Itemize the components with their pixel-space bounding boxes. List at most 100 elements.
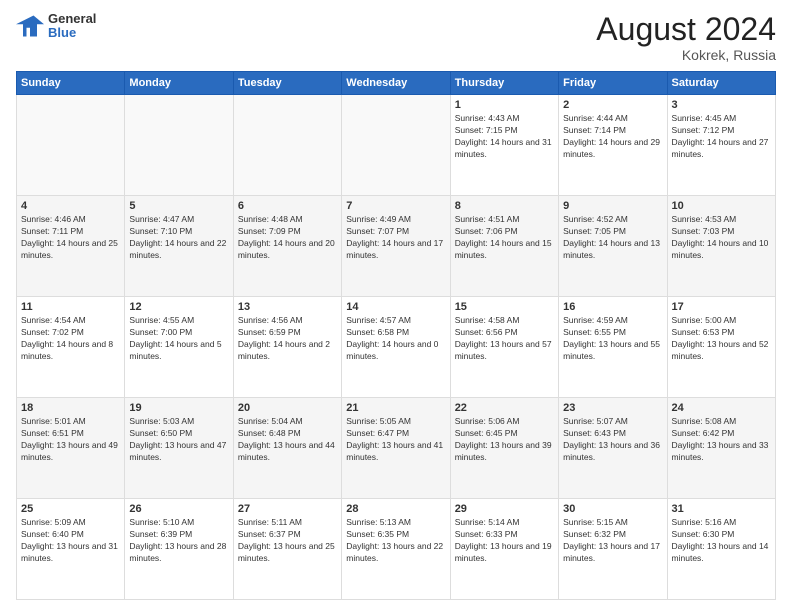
calendar-cell: 2 Sunrise: 4:44 AMSunset: 7:14 PMDaylight… — [559, 95, 667, 196]
logo-blue-text: Blue — [48, 26, 96, 40]
calendar-cell: 24Sunrise: 5:08 AMSunset: 6:42 PMDayligh… — [667, 398, 775, 499]
calendar-cell: 10 Sunrise: 4:53 AMSunset: 7:03 PMDayligh… — [667, 196, 775, 297]
day-number: 28 — [346, 503, 445, 515]
calendar-cell: 12 Sunrise: 4:55 AMSunset: 7:00 PMDayligh… — [125, 297, 233, 398]
calendar-cell: 22Sunrise: 5:06 AMSunset: 6:45 PMDayligh… — [450, 398, 558, 499]
day-number: 15 — [455, 301, 554, 313]
title-block: August 2024 Kokrek, Russia — [596, 12, 776, 63]
day-number: 7 — [346, 200, 445, 212]
page: General Blue August 2024 Kokrek, Russia … — [0, 0, 792, 612]
cell-info: Sunrise: 5:11 AMSunset: 6:37 PMDaylight:… — [238, 517, 337, 565]
calendar-cell: 19 Sunrise: 5:03 AMSunset: 6:50 PMDayligh… — [125, 398, 233, 499]
calendar-cell: 11Sunrise: 4:54 AMSunset: 7:02 PMDayligh… — [17, 297, 125, 398]
day-number: 6 — [238, 200, 337, 212]
cell-info: Sunrise: 4:56 AMSunset: 6:59 PMDaylight:… — [238, 315, 337, 363]
calendar-header-tuesday: Tuesday — [233, 72, 341, 95]
cell-info: Sunrise: 4:59 AMSunset: 6:55 PMDaylight:… — [563, 315, 662, 363]
cell-info: Sunrise: 5:05 AMSunset: 6:47 PMDaylight:… — [346, 416, 445, 464]
calendar-week-2: 4Sunrise: 4:46 AMSunset: 7:11 PMDaylight… — [17, 196, 776, 297]
calendar-cell — [342, 95, 450, 196]
day-number: 21 — [346, 402, 445, 414]
calendar-cell: 1 Sunrise: 4:43 AMSunset: 7:15 PMDaylight… — [450, 95, 558, 196]
cell-info: Sunrise: 5:14 AMSunset: 6:33 PMDaylight:… — [455, 517, 554, 565]
calendar-table: SundayMondayTuesdayWednesdayThursdayFrid… — [16, 71, 776, 600]
calendar-cell: 21 Sunrise: 5:05 AMSunset: 6:47 PMDayligh… — [342, 398, 450, 499]
calendar-cell: 27 Sunrise: 5:11 AMSunset: 6:37 PMDayligh… — [233, 499, 341, 600]
day-number: 8 — [455, 200, 554, 212]
header: General Blue August 2024 Kokrek, Russia — [16, 12, 776, 63]
calendar-cell: 17 Sunrise: 5:00 AMSunset: 6:53 PMDayligh… — [667, 297, 775, 398]
day-number: 12 — [129, 301, 228, 313]
calendar-week-3: 11Sunrise: 4:54 AMSunset: 7:02 PMDayligh… — [17, 297, 776, 398]
calendar-header-sunday: Sunday — [17, 72, 125, 95]
day-number: 30 — [563, 503, 662, 515]
calendar-cell: 4Sunrise: 4:46 AMSunset: 7:11 PMDaylight… — [17, 196, 125, 297]
cell-info: Sunrise: 5:08 AMSunset: 6:42 PMDaylight:… — [672, 416, 771, 464]
logo-icon — [16, 12, 44, 40]
calendar-header-monday: Monday — [125, 72, 233, 95]
cell-info: Sunrise: 4:52 AMSunset: 7:05 PMDaylight:… — [563, 214, 662, 262]
cell-info: Sunrise: 4:57 AMSunset: 6:58 PMDaylight:… — [346, 315, 445, 363]
day-number: 2 — [563, 99, 662, 111]
cell-info: Sunrise: 5:16 AMSunset: 6:30 PMDaylight:… — [672, 517, 771, 565]
cell-info: Sunrise: 4:51 AMSunset: 7:06 PMDaylight:… — [455, 214, 554, 262]
subtitle: Kokrek, Russia — [596, 47, 776, 63]
cell-info: Sunrise: 4:53 AMSunset: 7:03 PMDaylight:… — [672, 214, 771, 262]
day-number: 10 — [672, 200, 771, 212]
cell-info: Sunrise: 4:48 AMSunset: 7:09 PMDaylight:… — [238, 214, 337, 262]
calendar-cell: 7 Sunrise: 4:49 AMSunset: 7:07 PMDaylight… — [342, 196, 450, 297]
cell-info: Sunrise: 5:01 AMSunset: 6:51 PMDaylight:… — [21, 416, 120, 464]
cell-info: Sunrise: 5:15 AMSunset: 6:32 PMDaylight:… — [563, 517, 662, 565]
calendar-cell: 15 Sunrise: 4:58 AMSunset: 6:56 PMDayligh… — [450, 297, 558, 398]
calendar-week-1: 1 Sunrise: 4:43 AMSunset: 7:15 PMDaylight… — [17, 95, 776, 196]
day-number: 14 — [346, 301, 445, 313]
day-number: 9 — [563, 200, 662, 212]
cell-info: Sunrise: 5:07 AMSunset: 6:43 PMDaylight:… — [563, 416, 662, 464]
cell-info: Sunrise: 4:58 AMSunset: 6:56 PMDaylight:… — [455, 315, 554, 363]
day-number: 29 — [455, 503, 554, 515]
day-number: 26 — [129, 503, 228, 515]
day-number: 5 — [129, 200, 228, 212]
cell-info: Sunrise: 4:55 AMSunset: 7:00 PMDaylight:… — [129, 315, 228, 363]
cell-info: Sunrise: 5:09 AMSunset: 6:40 PMDaylight:… — [21, 517, 120, 565]
cell-info: Sunrise: 4:49 AMSunset: 7:07 PMDaylight:… — [346, 214, 445, 262]
day-number: 31 — [672, 503, 771, 515]
cell-info: Sunrise: 5:13 AMSunset: 6:35 PMDaylight:… — [346, 517, 445, 565]
calendar-cell: 23Sunrise: 5:07 AMSunset: 6:43 PMDayligh… — [559, 398, 667, 499]
cell-info: Sunrise: 4:47 AMSunset: 7:10 PMDaylight:… — [129, 214, 228, 262]
calendar-cell: 26Sunrise: 5:10 AMSunset: 6:39 PMDayligh… — [125, 499, 233, 600]
cell-info: Sunrise: 5:00 AMSunset: 6:53 PMDaylight:… — [672, 315, 771, 363]
calendar-week-5: 25Sunrise: 5:09 AMSunset: 6:40 PMDayligh… — [17, 499, 776, 600]
calendar-cell: 18 Sunrise: 5:01 AMSunset: 6:51 PMDayligh… — [17, 398, 125, 499]
calendar-week-4: 18 Sunrise: 5:01 AMSunset: 6:51 PMDayligh… — [17, 398, 776, 499]
main-title: August 2024 — [596, 12, 776, 47]
calendar-cell — [233, 95, 341, 196]
day-number: 18 — [21, 402, 120, 414]
cell-info: Sunrise: 4:44 AMSunset: 7:14 PMDaylight:… — [563, 113, 662, 161]
calendar-cell: 8 Sunrise: 4:51 AMSunset: 7:06 PMDaylight… — [450, 196, 558, 297]
calendar-cell: 28 Sunrise: 5:13 AMSunset: 6:35 PMDayligh… — [342, 499, 450, 600]
calendar-header-wednesday: Wednesday — [342, 72, 450, 95]
cell-info: Sunrise: 5:03 AMSunset: 6:50 PMDaylight:… — [129, 416, 228, 464]
day-number: 1 — [455, 99, 554, 111]
calendar-cell: 14 Sunrise: 4:57 AMSunset: 6:58 PMDayligh… — [342, 297, 450, 398]
cell-info: Sunrise: 4:45 AMSunset: 7:12 PMDaylight:… — [672, 113, 771, 161]
cell-info: Sunrise: 5:04 AMSunset: 6:48 PMDaylight:… — [238, 416, 337, 464]
calendar-cell: 31 Sunrise: 5:16 AMSunset: 6:30 PMDayligh… — [667, 499, 775, 600]
calendar-header-friday: Friday — [559, 72, 667, 95]
calendar-cell: 25Sunrise: 5:09 AMSunset: 6:40 PMDayligh… — [17, 499, 125, 600]
day-number: 27 — [238, 503, 337, 515]
day-number: 19 — [129, 402, 228, 414]
calendar-header-row: SundayMondayTuesdayWednesdayThursdayFrid… — [17, 72, 776, 95]
calendar-cell — [125, 95, 233, 196]
calendar-cell: 3 Sunrise: 4:45 AMSunset: 7:12 PMDaylight… — [667, 95, 775, 196]
day-number: 13 — [238, 301, 337, 313]
cell-info: Sunrise: 4:43 AMSunset: 7:15 PMDaylight:… — [455, 113, 554, 161]
calendar-cell: 20Sunrise: 5:04 AMSunset: 6:48 PMDayligh… — [233, 398, 341, 499]
day-number: 17 — [672, 301, 771, 313]
logo-general-text: General — [48, 12, 96, 26]
day-number: 22 — [455, 402, 554, 414]
logo: General Blue — [16, 12, 96, 41]
day-number: 3 — [672, 99, 771, 111]
calendar-cell — [17, 95, 125, 196]
